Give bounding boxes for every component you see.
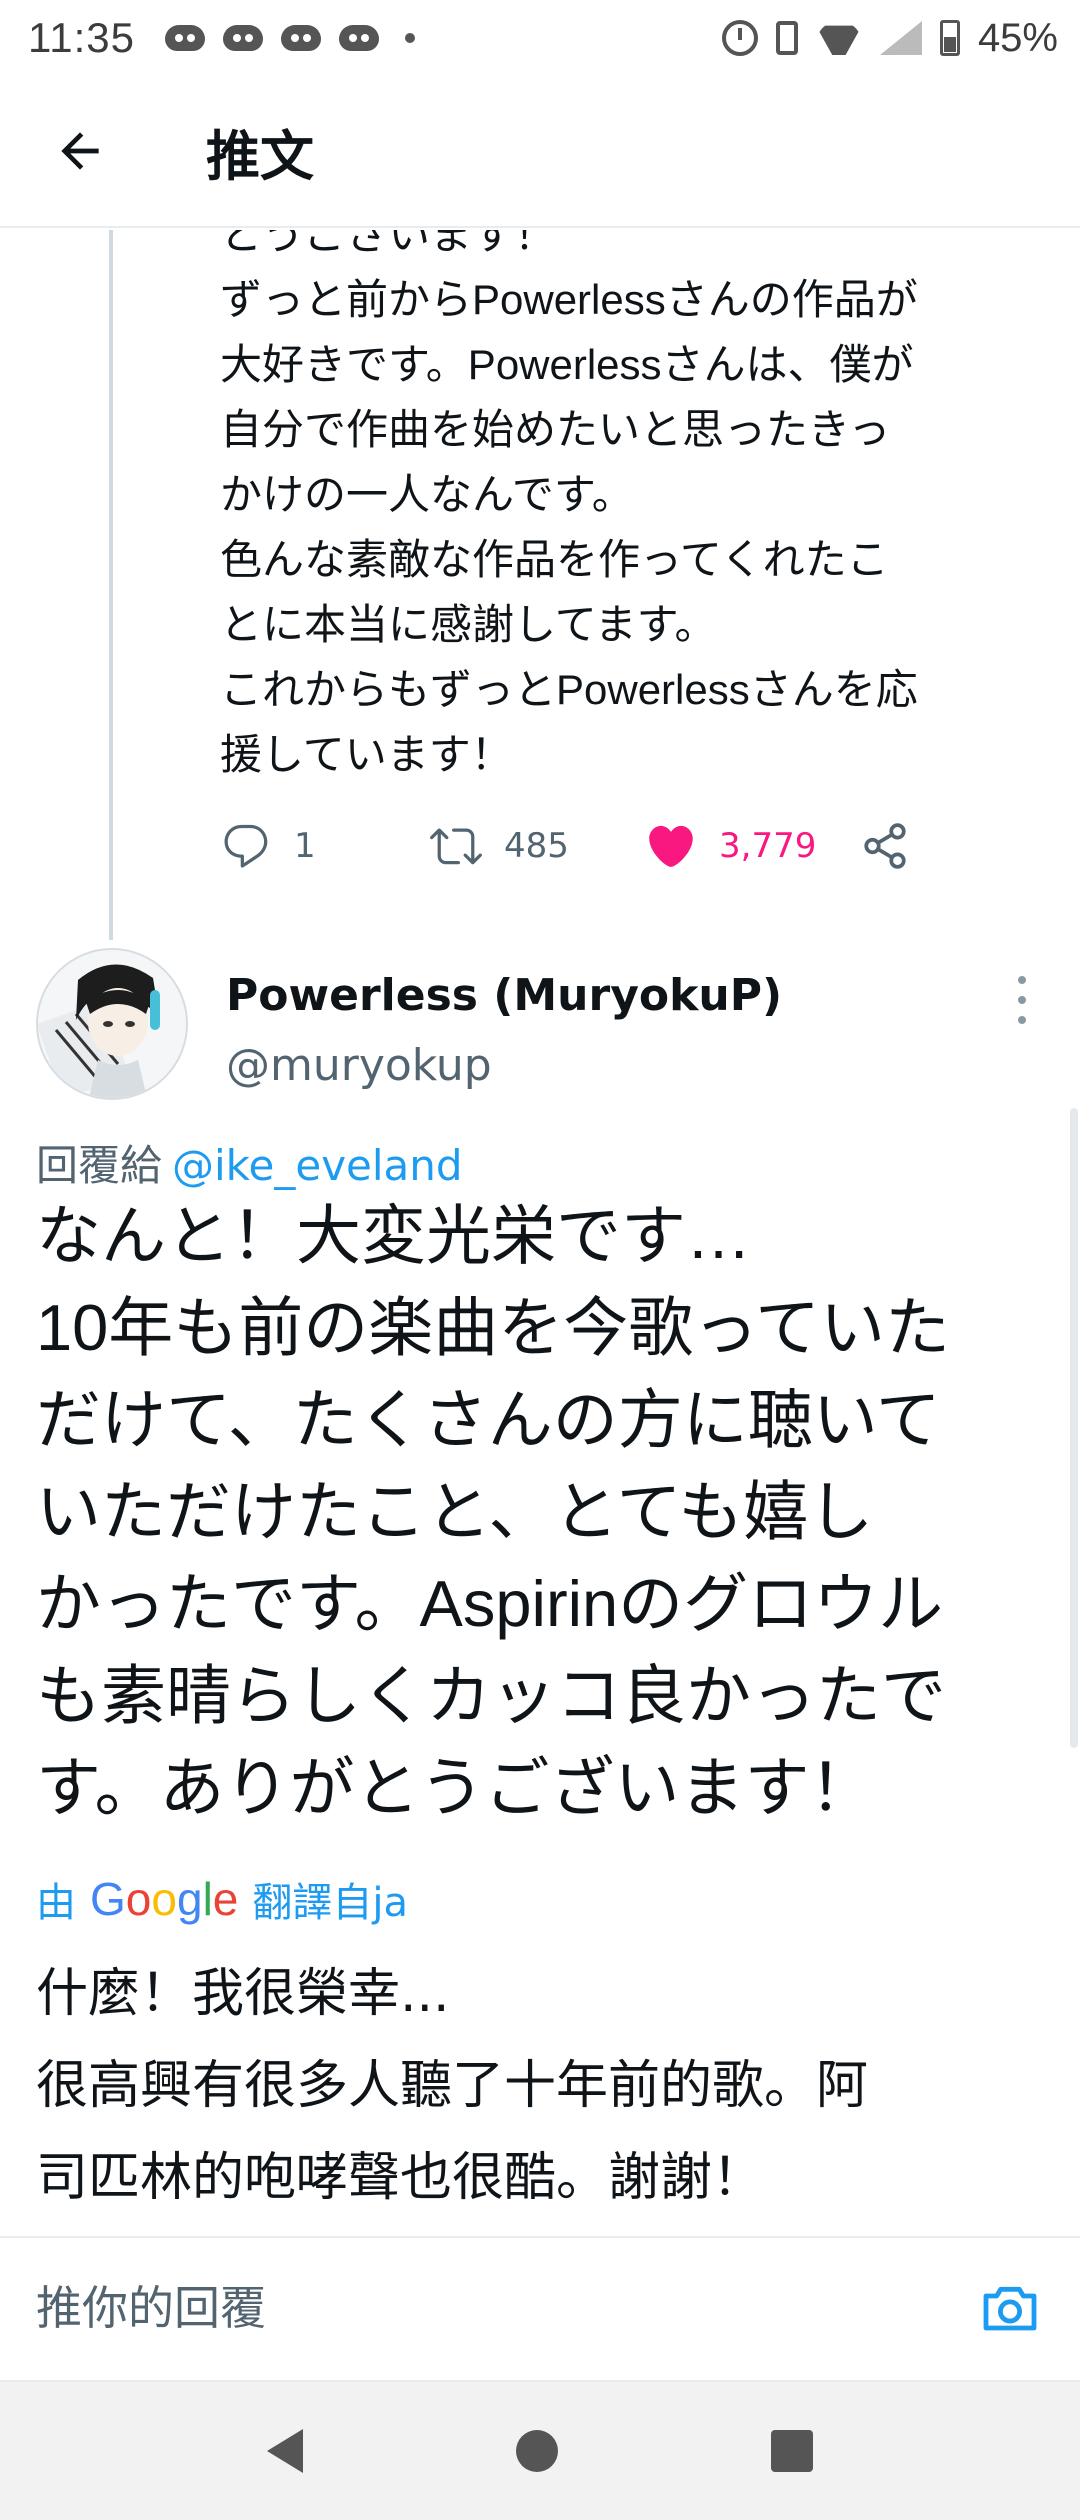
battery-percent: 45% [977, 15, 1058, 60]
retweet-icon [430, 828, 482, 865]
back-button[interactable] [40, 111, 120, 191]
reply-to-line: 回覆給 @ike_eveland [36, 1132, 463, 1193]
app-header: 推文 [0, 76, 1080, 228]
reply-icon [224, 824, 268, 868]
discord-icon [221, 23, 265, 53]
more-options-button[interactable] [1010, 970, 1034, 1030]
google-logo-icon: Google [90, 1873, 239, 1925]
translated-suffix: 翻譯自ja [252, 1880, 409, 1926]
reply-composer [0, 2236, 1080, 2382]
signal-icon [879, 21, 922, 55]
reply-to-handle-link[interactable]: @ike_eveland [172, 1141, 463, 1190]
arrow-left-icon [61, 132, 99, 170]
retweet-count: 485 [504, 826, 569, 866]
status-time: 11:35 [28, 14, 135, 61]
thread-line [109, 230, 113, 940]
reply-count: 1 [294, 826, 316, 866]
reply-to-label: 回覆給 [36, 1141, 163, 1190]
alarm-icon [721, 20, 758, 56]
reply-input[interactable] [36, 2266, 936, 2350]
translation-attribution[interactable]: 由 Google 翻譯自ja [36, 1870, 408, 1928]
retweet-button[interactable]: 485 [430, 820, 645, 872]
translated-text: 什麼！我很榮幸... 很高興有很多人聽了十年前的歌。阿 司匹林的咆哮聲也很酷。謝… [36, 1964, 869, 2208]
more-dot [1018, 1016, 1026, 1024]
share-button[interactable] [860, 821, 910, 871]
discord-icon [163, 23, 207, 53]
previous-tweet-text: とうございます！ ずっと前からPowerlessさんの作品が 大好きです。Pow… [220, 230, 918, 778]
status-bar: 11:35 45% [0, 0, 1080, 76]
like-button[interactable]: 3,779 [645, 820, 860, 872]
avatar-illustration [38, 950, 186, 1098]
discord-icon [337, 23, 381, 53]
system-navigation-bar [0, 2382, 1080, 2520]
more-dot [1018, 976, 1026, 984]
author-handle[interactable]: @muryokup [226, 1040, 492, 1091]
system-icons: 45% [721, 0, 1058, 76]
wifi-icon [816, 21, 862, 55]
vibrate-icon [775, 21, 798, 55]
avatar[interactable] [36, 948, 188, 1100]
nav-recents-icon[interactable] [771, 2430, 814, 2472]
more-dot [1018, 996, 1026, 1004]
notification-icons [163, 23, 415, 53]
nav-back-icon[interactable] [266, 2429, 303, 2473]
camera-button[interactable] [978, 2276, 1042, 2340]
discord-icon [279, 23, 323, 53]
nav-home-icon[interactable] [515, 2430, 558, 2472]
page-title: 推文 [206, 124, 314, 188]
translated-prefix: 由 [36, 1880, 76, 1926]
author-name[interactable]: Powerless (MuryokuP) [226, 970, 782, 1021]
battery-icon [939, 20, 960, 56]
like-count: 3,779 [719, 826, 817, 866]
heart-filled-icon [649, 825, 693, 867]
reply-button[interactable]: 1 [220, 820, 430, 872]
tweet-text: なんと！大変光栄です… 10年も前の楽曲を今歌っていた だけて、たくさんの方に聴… [36, 1199, 951, 1824]
more-notifications-dot [405, 33, 415, 43]
tweet-actions: 1 485 3,779 [220, 820, 910, 872]
camera-icon [983, 2286, 1037, 2331]
share-icon [864, 823, 906, 869]
scrollbar[interactable] [1070, 1108, 1078, 1748]
